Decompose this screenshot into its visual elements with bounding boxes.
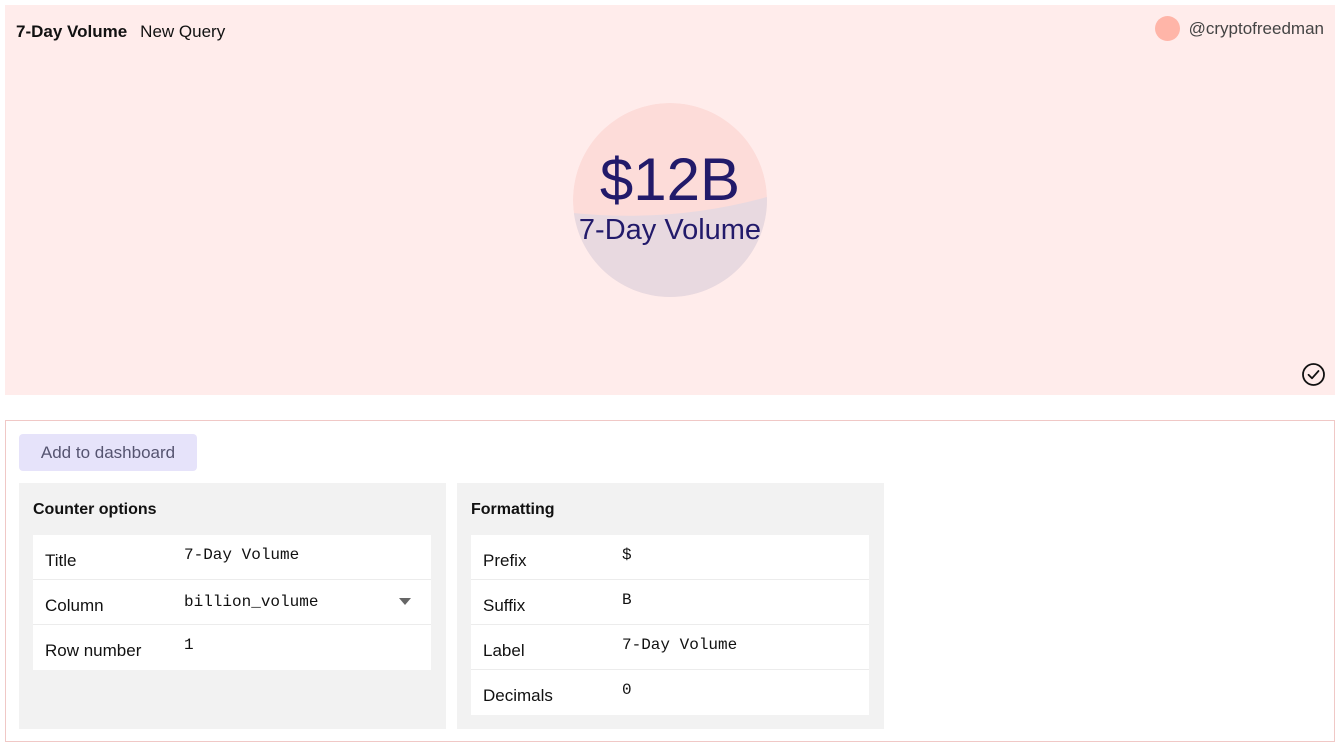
option-row-row-number: Row number (33, 625, 431, 670)
visualization-title: 7-Day Volume (16, 22, 128, 41)
formatting-list: Prefix Suffix Label Decimals (471, 535, 869, 715)
counter-options-heading: Counter options (33, 501, 157, 518)
author-link[interactable]: @cryptofreedman (1154, 16, 1324, 41)
decimals-input[interactable] (622, 681, 842, 699)
visualization-settings: Add to dashboard Counter options Title C… (5, 420, 1335, 742)
option-label: Suffix (483, 596, 526, 615)
counter-options-panel: Counter options Title Column billion_vol… (19, 483, 446, 729)
counter-options-list: Title Column billion_volume Row number (33, 535, 431, 670)
option-row-column: Column billion_volume (33, 580, 431, 625)
label-input[interactable] (622, 636, 842, 654)
counter-widget: $12B 7-Day Volume (573, 103, 767, 297)
add-to-dashboard-button[interactable]: Add to dashboard (19, 434, 197, 471)
option-label: Row number (45, 641, 142, 660)
check-circle-icon[interactable] (1301, 362, 1326, 387)
option-row-decimals: Decimals (471, 670, 869, 715)
preview-header: 7-Day Volume New Query (16, 22, 225, 42)
option-row-suffix: Suffix (471, 580, 869, 625)
counter-label: 7-Day Volume (578, 214, 762, 246)
chevron-down-icon[interactable] (399, 598, 411, 605)
option-row-label: Label (471, 625, 869, 670)
option-row-prefix: Prefix (471, 535, 869, 580)
option-label: Title (45, 551, 77, 570)
option-label: Prefix (483, 551, 527, 570)
option-label: Decimals (483, 686, 553, 705)
option-label: Label (483, 641, 525, 660)
counter-value: $12B (599, 146, 741, 213)
suffix-input[interactable] (622, 591, 842, 609)
column-select[interactable]: billion_volume (184, 593, 404, 611)
query-name-link[interactable]: New Query (140, 22, 225, 42)
option-label: Column (45, 596, 104, 615)
author-name: @cryptofreedman (1188, 18, 1324, 38)
title-input[interactable] (184, 546, 404, 564)
avatar (1154, 16, 1180, 41)
visualization-preview: 7-Day Volume New Query @cryptofreedman $… (5, 5, 1335, 395)
option-row-title: Title (33, 535, 431, 580)
prefix-input[interactable] (622, 546, 842, 564)
formatting-heading: Formatting (471, 501, 555, 518)
formatting-panel: Formatting Prefix Suffix Label Decimals (457, 483, 884, 729)
row-number-input[interactable] (184, 636, 404, 654)
